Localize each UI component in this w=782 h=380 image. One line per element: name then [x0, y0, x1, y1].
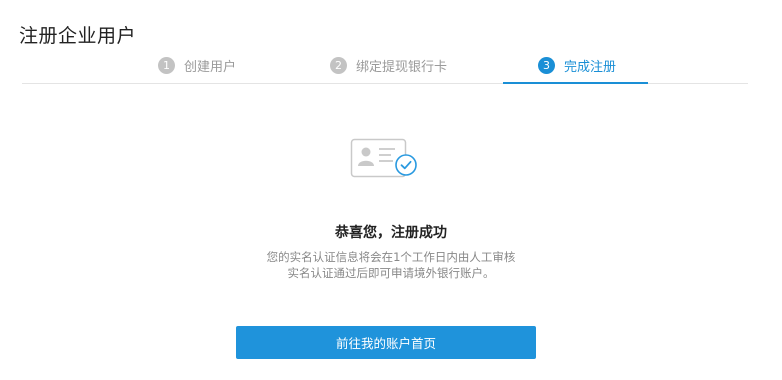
steps-progress: 1 创建用户 2 绑定提现银行卡 3 完成注册 [22, 52, 748, 84]
step-create-user: 1 创建用户 [158, 54, 236, 76]
step-label: 创建用户 [184, 59, 237, 75]
go-to-account-home-button[interactable]: 前往我的账户首页 [236, 326, 536, 359]
step-label: 完成注册 [564, 59, 617, 75]
page-title: 注册企业用户 [19, 25, 137, 47]
success-title: 恭喜您，注册成功 [335, 225, 447, 241]
step-number-badge: 1 [158, 56, 175, 74]
success-description-line-2: 实名认证通过后即可申请境外银行账户。 [287, 266, 495, 280]
active-step-indicator [503, 82, 648, 84]
id-card-verified-icon [350, 138, 417, 178]
step-number-badge: 2 [330, 56, 347, 74]
step-complete-registration: 3 完成注册 [538, 54, 616, 76]
step-number-badge: 3 [538, 56, 555, 74]
success-description-line-1: 您的实名认证信息将会在1个工作日内由人工审核 [266, 250, 516, 264]
step-label: 绑定提现银行卡 [356, 59, 448, 75]
step-bind-bank-card: 2 绑定提现银行卡 [330, 54, 447, 76]
